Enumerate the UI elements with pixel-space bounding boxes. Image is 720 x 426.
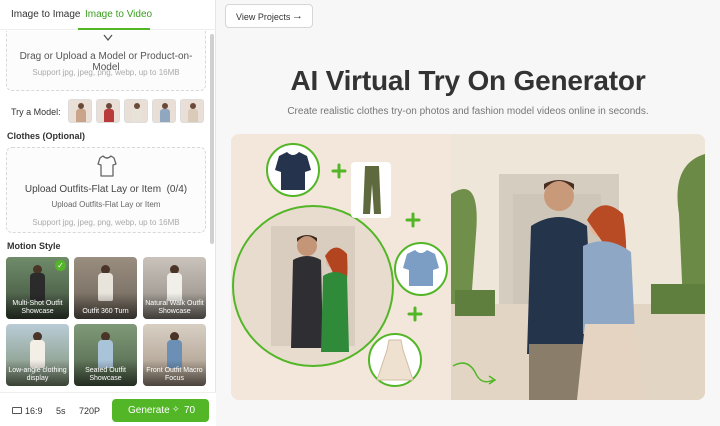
aspect-ratio-option[interactable]: 16:9 — [25, 406, 43, 416]
motion-style-label: Seated Outfit Showcase — [85, 367, 126, 382]
hero-illustration — [231, 134, 705, 400]
clothes-upload-formats: Support jpg, jpeg, png, webp, up to 16MB — [32, 218, 180, 227]
page-title: AI Virtual Try On Generator — [290, 65, 646, 96]
model-thumbnail[interactable] — [152, 99, 176, 123]
clothes-upload-title: Upload Outfits-Flat Lay or Item (0/4) — [24, 184, 188, 195]
aspect-ratio-icon — [12, 407, 22, 414]
motion-style-card[interactable]: Natural Walk Outfit Showcase — [143, 257, 206, 319]
page-subtitle: Create realistic clothes try-on photos a… — [287, 106, 649, 117]
clothes-upload-subtitle: Upload Outfits-Flat Lay or Item — [51, 200, 161, 209]
view-projects-button[interactable]: View Projects → — [225, 4, 313, 28]
motion-style-label: Low-angle clothing display — [8, 367, 67, 382]
view-projects-label: View Projects — [236, 12, 291, 22]
generate-button[interactable]: Generate ✧ 70 — [112, 399, 209, 422]
motion-style-label: Outfit 360 Turn — [82, 308, 129, 315]
tab-image-to-video[interactable]: Image to Video — [85, 9, 152, 20]
motion-style-card[interactable]: Low-angle clothing display — [6, 324, 69, 386]
motion-style-card[interactable]: ✓ Multi-Shot Outfit Showcase — [6, 257, 69, 319]
sparkle-icon: ✧ — [172, 404, 180, 414]
generate-bar: 16:9 5s 720P Generate ✧ 70 — [0, 392, 216, 426]
motion-style-label: Front Outfit Macro Focus — [146, 367, 203, 382]
motion-style-label: Natural Walk Outfit Showcase — [145, 300, 204, 315]
model-thumbnail[interactable] — [124, 99, 148, 123]
try-model-row: Try a Model: — [0, 99, 210, 125]
tab-image-to-image[interactable]: Image to Image — [11, 9, 80, 20]
arrow-right-icon: → — [292, 10, 303, 22]
chevron-down-icon — [103, 34, 113, 42]
motion-style-card[interactable]: Outfit 360 Turn — [74, 257, 137, 319]
credit-cost: 70 — [184, 405, 196, 416]
generate-label: Generate — [128, 405, 170, 416]
model-thumbnail[interactable] — [68, 99, 92, 123]
resolution-option[interactable]: 720P — [79, 406, 100, 416]
model-thumbnail[interactable] — [96, 99, 120, 123]
mode-tabs: Image to Image Image to Video — [0, 0, 216, 30]
shirt-icon — [97, 155, 117, 177]
motion-style-label: Multi-Shot Outfit Showcase — [12, 300, 63, 315]
model-upload-formats: Support jpg, jpeg, png, webp, up to 16MB — [32, 68, 180, 77]
motion-style-card[interactable]: Front Outfit Macro Focus — [143, 324, 206, 386]
motion-style-label: Motion Style — [7, 241, 61, 251]
active-tab-indicator — [78, 28, 150, 30]
clothes-upload-area[interactable]: Upload Outfits-Flat Lay or Item (0/4) Up… — [6, 147, 206, 233]
motion-style-card[interactable]: Seated Outfit Showcase — [74, 324, 137, 386]
try-model-label: Try a Model: — [11, 107, 61, 117]
model-thumbnail[interactable] — [180, 99, 204, 123]
left-panel: Image to Image Image to Video Drag or Up… — [0, 0, 216, 426]
duration-option[interactable]: 5s — [56, 406, 66, 416]
settings-scroll-area: Drag or Upload a Model or Product-on-Mod… — [0, 31, 210, 389]
check-icon: ✓ — [55, 260, 66, 271]
panel-scrollbar[interactable] — [210, 34, 214, 244]
model-upload-area[interactable]: Drag or Upload a Model or Product-on-Mod… — [6, 31, 206, 91]
clothes-section-label: Clothes (Optional) — [7, 131, 85, 141]
